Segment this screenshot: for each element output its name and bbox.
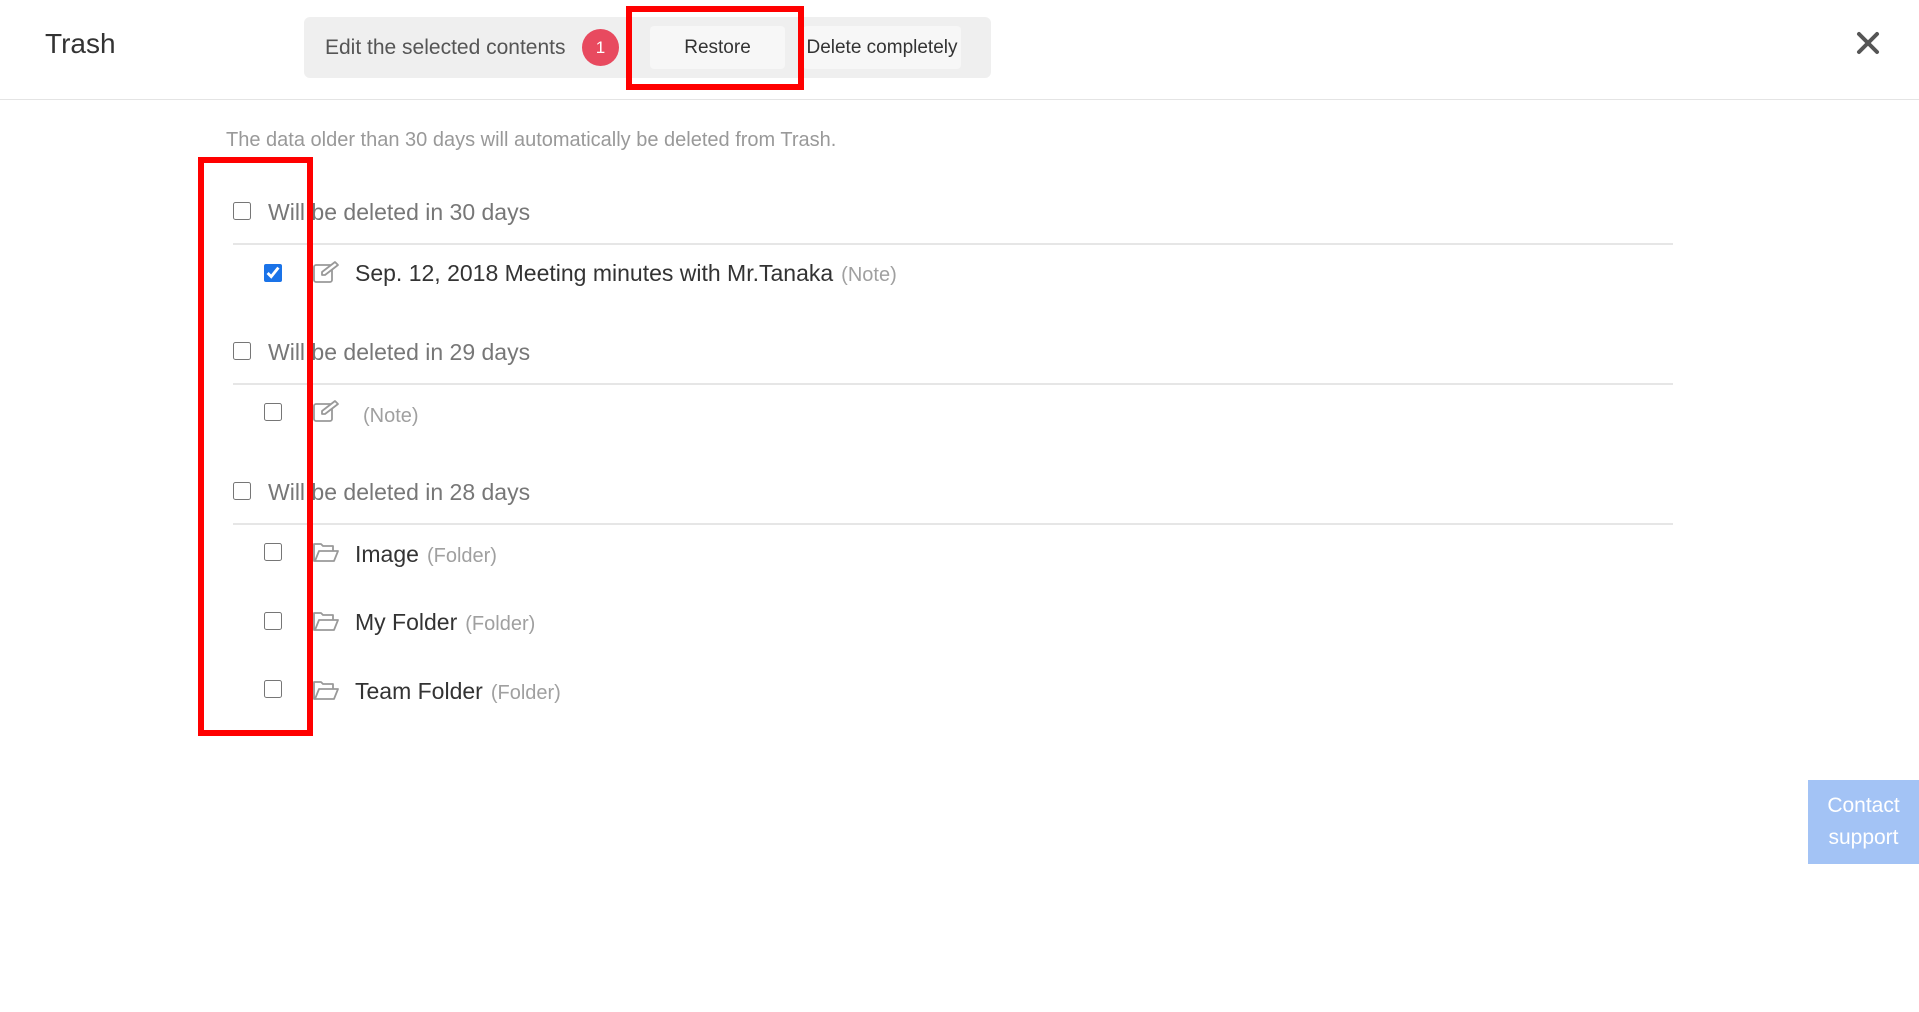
list-item[interactable]: Image (Folder) (355, 541, 497, 568)
item-type: (Note) (841, 264, 897, 286)
item-type: (Folder) (465, 613, 536, 635)
note-edit-icon (312, 399, 340, 423)
folder-icon (312, 541, 340, 565)
folder-icon (312, 679, 340, 703)
group-checkbox-28-days[interactable] (233, 482, 251, 500)
group-checkbox-30-days[interactable] (233, 202, 251, 220)
group-checkbox-29-days[interactable] (233, 342, 251, 360)
group-divider (233, 383, 1673, 385)
selected-count-badge: 1 (582, 29, 619, 66)
item-name: Image (355, 541, 419, 567)
item-type: (Folder) (490, 682, 561, 704)
item-checkbox[interactable] (264, 612, 282, 630)
list-item[interactable]: Sep. 12, 2018 Meeting minutes with Mr.Ta… (355, 260, 897, 287)
list-item[interactable]: My Folder (Folder) (355, 609, 535, 636)
item-name: Sep. 12, 2018 Meeting minutes with Mr.Ta… (355, 260, 834, 286)
folder-icon (312, 610, 340, 634)
close-icon[interactable] (1850, 25, 1886, 61)
item-checkbox[interactable] (264, 264, 282, 282)
toolbar-label: Edit the selected contents (325, 36, 566, 59)
item-name: Team Folder (355, 678, 483, 704)
group-divider (233, 523, 1673, 525)
group-label: Will be deleted in 29 days (268, 339, 531, 365)
item-type: (Note) (363, 405, 419, 427)
header: Trash Edit the selected contents 1 Resto… (0, 0, 1919, 100)
page-title: Trash (45, 28, 116, 59)
group-divider (233, 243, 1673, 245)
note-edit-icon (312, 260, 340, 284)
item-type: (Folder) (426, 545, 497, 567)
restore-button[interactable]: Restore (650, 26, 785, 69)
list-item[interactable]: Team Folder (Folder) (355, 678, 561, 705)
group-label: Will be deleted in 30 days (268, 199, 531, 225)
delete-completely-button[interactable]: Delete completely (803, 26, 961, 69)
selection-toolbar: Edit the selected contents 1 Restore Del… (304, 17, 991, 78)
group-label: Will be deleted in 28 days (268, 479, 531, 505)
item-checkbox[interactable] (264, 403, 282, 421)
item-checkbox[interactable] (264, 680, 282, 698)
item-name: My Folder (355, 609, 458, 635)
item-checkbox[interactable] (264, 543, 282, 561)
retention-info-text: The data older than 30 days will automat… (226, 129, 837, 151)
contact-support-button[interactable]: Contact support (1808, 780, 1919, 864)
list-item[interactable]: (Note) (355, 401, 419, 428)
